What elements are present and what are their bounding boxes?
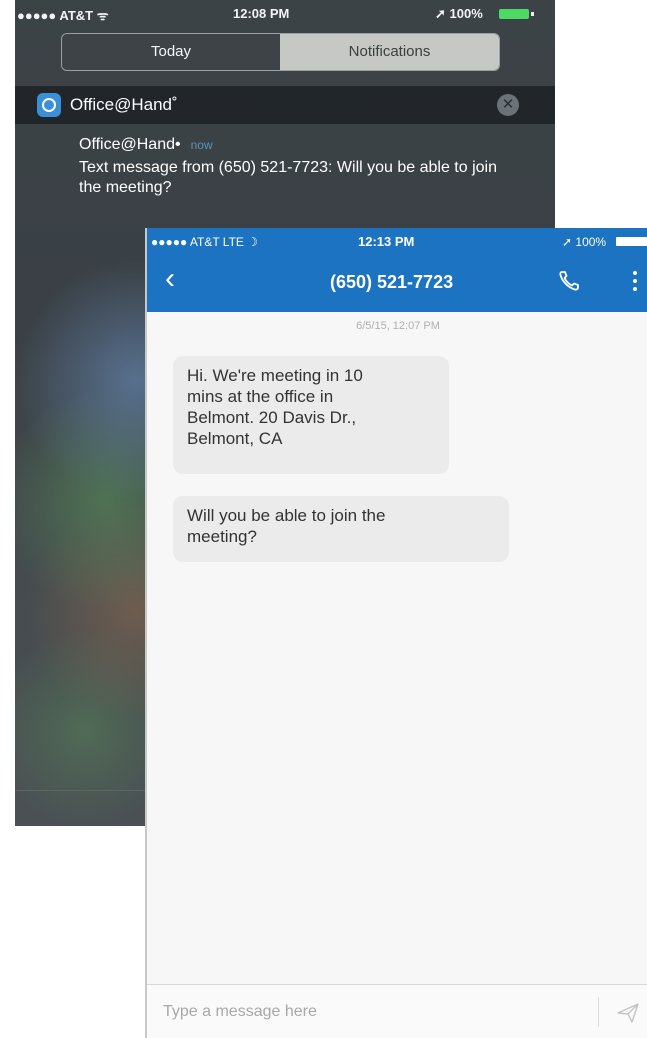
notification-item[interactable]: Office@Hand• now Text message from (650) … — [79, 136, 519, 198]
status-time: 12:13 PM — [358, 234, 415, 249]
segmented-control: Today Notifications — [61, 33, 500, 71]
carrier-signal: ●●●●● AT&T ᯤ — [17, 8, 109, 23]
send-icon[interactable] — [617, 1003, 639, 1023]
status-bar: ●●●●● AT&T ᯤ 12:08 PM ➚ 100% — [15, 0, 555, 26]
message-bubble: Hi. We're meeting in 10 mins at the offi… — [173, 356, 449, 474]
notification-app-name: Office@Hand˚ — [70, 95, 178, 114]
conversation-title: (650) 521-7723 — [330, 272, 454, 292]
tab-today[interactable]: Today — [62, 34, 280, 70]
close-icon[interactable]: ✕ — [497, 94, 519, 116]
office-at-hand-app-icon — [37, 93, 61, 117]
navigation-bar: ‹ (650) 521-7723 — [147, 254, 647, 312]
notification-group-header: Office@Hand˚ ✕ — [15, 86, 555, 124]
battery-icon — [499, 9, 529, 19]
sms-conversation-screen: ●●●●● AT&T LTE ☽ 12:13 PM ➚ 100% ‹ (650)… — [145, 228, 647, 1038]
tab-notifications[interactable]: Notifications — [280, 34, 499, 70]
message-bubble: Will you be able to join the meeting? — [173, 496, 509, 562]
status-bar: ●●●●● AT&T LTE ☽ 12:13 PM ➚ 100% — [147, 228, 647, 254]
composer-bar — [147, 984, 647, 1038]
notification-message: Text message from (650) 521-7723: Will y… — [79, 159, 497, 196]
back-chevron-icon[interactable]: ‹ — [165, 264, 175, 294]
battery-percent: ➚ 100% — [562, 235, 607, 249]
battery-percent: ➚ 100% — [435, 6, 483, 21]
more-vertical-icon[interactable] — [631, 267, 639, 295]
status-time: 12:08 PM — [233, 6, 290, 21]
battery-icon — [616, 237, 647, 246]
message-date: 6/5/15, 12:07 PM — [356, 320, 440, 332]
notification-sender: Office@Hand• — [79, 136, 181, 153]
battery-tip-icon — [531, 12, 534, 16]
divider — [598, 997, 599, 1027]
carrier-signal: ●●●●● AT&T LTE ☽ — [151, 235, 259, 249]
message-input[interactable] — [161, 993, 597, 1031]
phone-icon[interactable] — [557, 269, 581, 293]
notification-time: now — [190, 138, 213, 152]
